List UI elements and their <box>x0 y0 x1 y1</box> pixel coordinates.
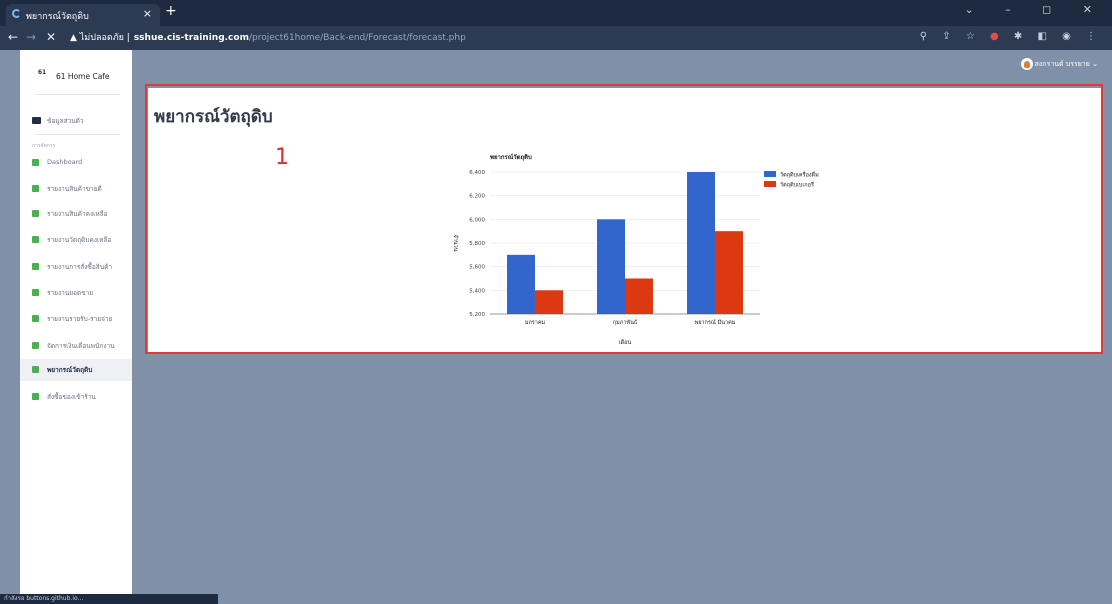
tab-close-icon[interactable]: × <box>143 7 152 20</box>
sidebar-item-label: จัดการเงินเดือนพนักงาน <box>47 342 115 350</box>
section-label: การจัดการ <box>32 143 56 149</box>
tab-title: พยากรณ์วัตถุดิบ <box>26 12 89 22</box>
window-controls[interactable]: ⌄ – ◻ ✕ <box>964 3 1106 16</box>
sidebar-item-forecast[interactable]: พยากรณ์วัตถุดิบ <box>20 359 132 381</box>
menu-icon <box>32 393 39 400</box>
x-tick-label: มกราคม <box>525 320 546 326</box>
user-menu[interactable]: สงกรานต์ บรรยาย ⌄ <box>1020 58 1098 70</box>
sidebar-item-label: รายงานสินค้าคงเหลือ <box>47 210 108 218</box>
sidebar-item-orders[interactable]: รายงานการสั่งซื้อสินค้า <box>20 258 132 276</box>
y-tick-label: 6,000 <box>469 217 485 223</box>
sidebar-item-profile[interactable]: ข้อมูลส่วนตัว <box>20 112 132 130</box>
stop-icon[interactable]: ✕ <box>46 30 56 44</box>
sidebar-item-label: รายงานสินค้าขายดี <box>47 185 102 193</box>
sidebar-item-salary[interactable]: จัดการเงินเดือนพนักงาน <box>20 337 132 355</box>
loading-icon <box>12 9 21 18</box>
y-tick-label: 6,200 <box>469 194 485 200</box>
y-tick-label: 5,400 <box>469 288 485 294</box>
url-path: /project61home/Back-end/Forecast/forecas… <box>248 33 466 43</box>
bar-drinks <box>507 254 535 314</box>
menu-icon <box>32 366 39 373</box>
menu-icon <box>32 236 39 243</box>
sidebar-item-purchase[interactable]: สั่งซื้อของเข้าร้าน <box>20 388 132 406</box>
x-tick-label: กุมภาพันธ์ <box>613 319 637 326</box>
sidebar-item-label: รายงานรายรับ-รายจ่าย <box>47 315 113 323</box>
bar-bakery <box>625 278 653 314</box>
bar-bakery <box>535 290 563 314</box>
bar-drinks <box>687 172 715 314</box>
profile-icon <box>32 117 41 124</box>
browser-tab[interactable]: พยากรณ์วัตถุดิบ × <box>6 4 160 26</box>
divider <box>34 134 120 135</box>
sidebar-item-best-sellers[interactable]: รายงานสินค้าขายดี <box>20 180 132 198</box>
sidebar-item-label: รายงานวัตถุดิบคงเหลือ <box>47 236 112 244</box>
y-tick-label: 5,600 <box>469 265 485 271</box>
bar-drinks <box>597 219 625 314</box>
avatar <box>1020 58 1033 70</box>
sidebar-item-label: รายงานยอดขาย <box>47 289 94 297</box>
y-tick-label: 6,400 <box>469 170 485 176</box>
sidebar-item-label: รายงานการสั่งซื้อสินค้า <box>47 263 113 271</box>
annotation-marker: 1 <box>275 145 289 170</box>
user-name: สงกรานต์ บรรยาย ⌄ <box>1034 60 1098 68</box>
menu-icon <box>32 185 39 192</box>
sidebar-item-stock[interactable]: รายงานสินค้าคงเหลือ <box>20 205 132 223</box>
menu-icon <box>32 210 39 217</box>
y-axis-label: จำนวน <box>452 235 459 252</box>
security-warning[interactable]: ▲ ไม่ปลอดภัย | <box>70 33 130 43</box>
sidebar: 61 61 Home Cafe ข้อมูลส่วนตัว การจัดการ … <box>20 50 132 604</box>
brand-name: 61 Home Cafe <box>56 72 110 81</box>
sidebar-item-label: พยากรณ์วัตถุดิบ <box>47 366 93 374</box>
status-bar: กำลังรอ buttons.github.io... <box>0 594 218 604</box>
page-title: พยากรณ์วัตถุดิบ <box>154 107 273 127</box>
y-tick-label: 5,200 <box>469 312 485 318</box>
x-tick-label: พยากรณ์ มีนาคม <box>695 319 736 326</box>
sidebar-item-income-expense[interactable]: รายงานรายรับ-รายจ่าย <box>20 310 132 328</box>
brand-logo: 61 <box>37 69 47 76</box>
browser-tab-bar: พยากรณ์วัตถุดิบ × + ⌄ – ◻ ✕ <box>0 0 1112 26</box>
browser-toolbar-icons[interactable]: ⚲ ⇪ ☆ ● ✱ ◧ ◉ ⋮ <box>920 31 1102 42</box>
forward-icon[interactable]: → <box>26 30 36 44</box>
forecast-chart: พยากรณ์วัตถุดิบ 5,200 5,400 5,600 5,800 6,000… <box>452 153 819 346</box>
sidebar-item-label: Dashboard <box>47 158 83 166</box>
address-bar: ← → ✕ ▲ ไม่ปลอดภัย | sshue.cis-training.c… <box>0 26 1112 50</box>
legend-label: วัตถุดิบเบเกอรี่ <box>780 181 814 189</box>
sidebar-item-materials[interactable]: รายงานวัตถุดิบคงเหลือ <box>20 231 132 249</box>
legend-swatch <box>764 181 776 187</box>
url-field[interactable]: ▲ ไม่ปลอดภัย | sshue.cis-training.com/pro… <box>70 30 950 46</box>
menu-icon <box>32 159 39 166</box>
brand[interactable]: 61 61 Home Cafe <box>34 67 124 93</box>
y-tick-label: 5,800 <box>469 241 485 247</box>
sidebar-item-sales[interactable]: รายงานยอดขาย <box>20 284 132 302</box>
legend-swatch <box>764 171 776 177</box>
back-icon[interactable]: ← <box>8 30 18 44</box>
sidebar-item-dashboard[interactable]: Dashboard <box>20 154 132 172</box>
chart-title: พยากรณ์วัตถุดิบ <box>490 153 532 161</box>
menu-icon <box>32 315 39 322</box>
menu-icon <box>32 289 39 296</box>
bar-bakery <box>715 231 743 314</box>
legend-label: วัตถุดิบเครื่องดื่ม <box>780 171 819 179</box>
menu-icon <box>32 342 39 349</box>
url-host: sshue.cis-training.com <box>133 33 249 43</box>
new-tab-button[interactable]: + <box>165 3 177 19</box>
divider <box>34 94 120 95</box>
sidebar-item-label: สั่งซื้อของเข้าร้าน <box>47 393 96 401</box>
x-axis-label: เดือน <box>619 339 632 346</box>
menu-icon <box>32 263 39 270</box>
sidebar-item-label: ข้อมูลส่วนตัว <box>47 117 84 125</box>
